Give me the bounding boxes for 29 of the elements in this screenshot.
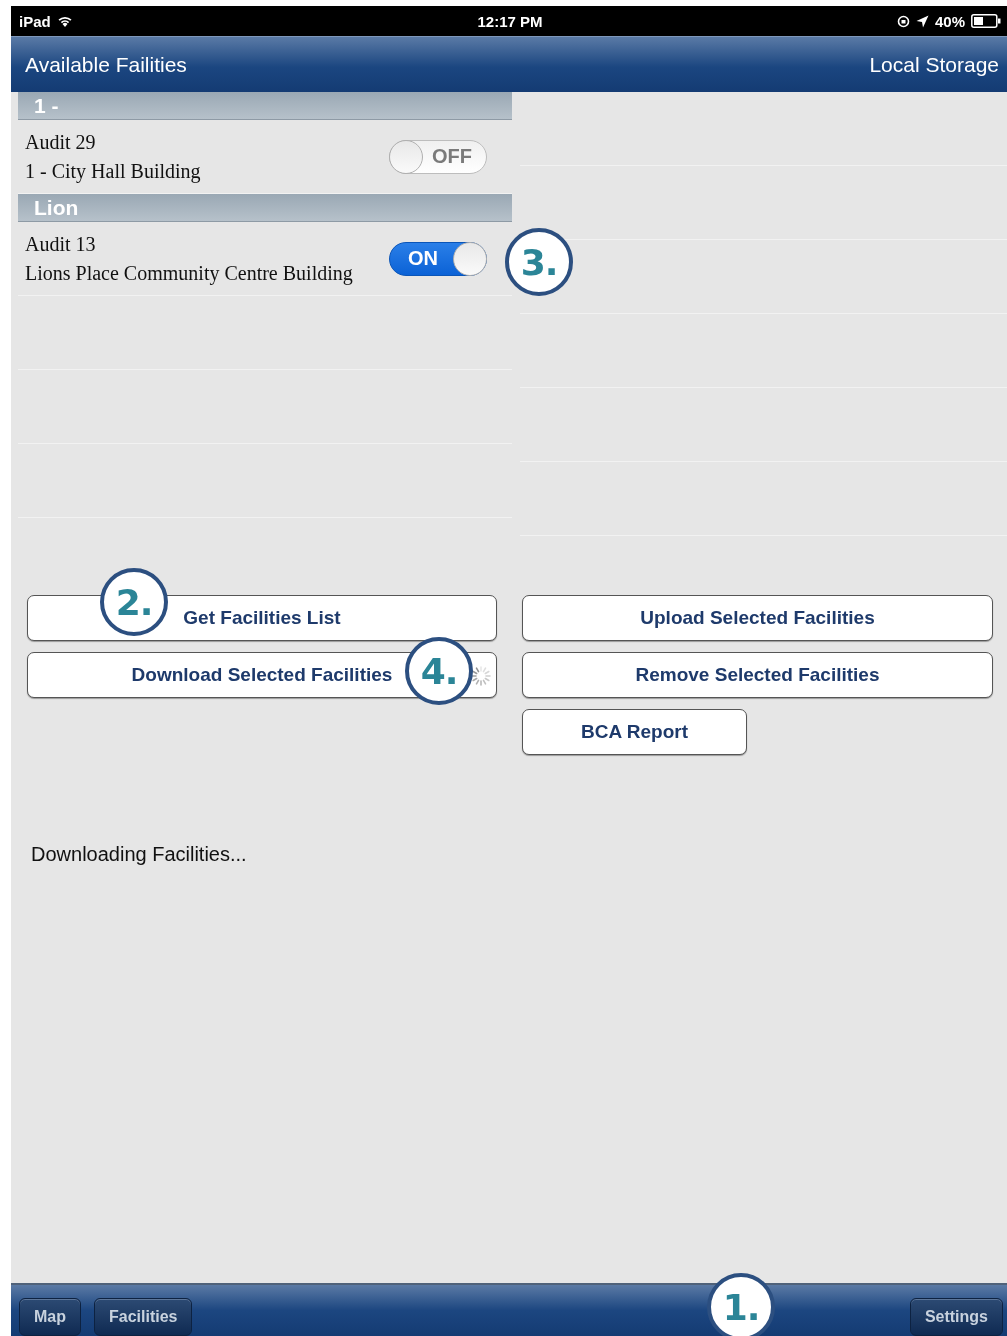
- location-arrow-icon: [915, 14, 929, 28]
- facility-name: Lions Place Community Centre Building: [25, 260, 353, 287]
- action-button[interactable]: Remove Selected Facilities: [522, 652, 993, 698]
- toolbar-button[interactable]: Settings: [909, 1298, 1003, 1336]
- toggle-switch[interactable]: OFF: [389, 139, 487, 174]
- nav-title: Available Failities: [25, 52, 187, 77]
- callout-badge: 2.: [100, 568, 168, 636]
- loading-spinner-icon: [470, 665, 492, 687]
- nav-right-title: Local Storage: [869, 52, 999, 77]
- wifi-icon: [56, 15, 73, 27]
- section-header: 1 -: [18, 92, 512, 120]
- action-button[interactable]: Upload Selected Facilities: [522, 595, 993, 641]
- audit-title: Audit 29: [25, 129, 97, 155]
- callout-badge: 4.: [405, 637, 473, 705]
- callout-badge: 3.: [505, 228, 573, 296]
- audit-title: Audit 13: [25, 231, 97, 257]
- clock-time: 12:17 PM: [477, 12, 543, 30]
- toolbar-button[interactable]: Facilities: [94, 1298, 193, 1336]
- toggle-switch[interactable]: ON: [389, 241, 487, 276]
- section-header: Lion: [18, 194, 512, 222]
- battery-percent: 40%: [934, 12, 965, 30]
- callout-badge: 1.: [707, 1273, 775, 1336]
- facility-name: 1 - City Hall Building: [25, 158, 201, 185]
- device-name: iPad: [19, 12, 51, 30]
- battery-icon: [971, 14, 1001, 28]
- toolbar-button[interactable]: Map: [19, 1298, 81, 1336]
- status-message: Downloading Facilities...: [31, 843, 248, 866]
- rotation-lock-icon: [896, 14, 910, 28]
- action-button[interactable]: BCA Report: [522, 709, 747, 755]
